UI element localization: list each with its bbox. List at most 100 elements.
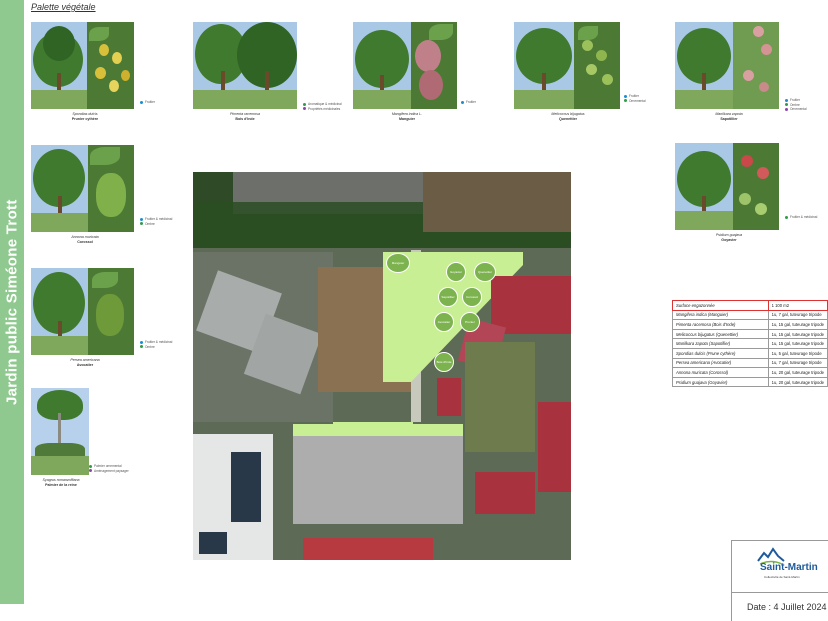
- table-cell: 1u, 15 gal, tuteurage tripode: [767, 319, 828, 330]
- plant-card-melicoccus: Melicoccus bijugatus Quenettier Fruitier…: [514, 22, 664, 132]
- site-plan-aerial: [193, 172, 571, 560]
- plant-card-persea: Persea americana Avocatier Fruitier & mé…: [31, 268, 181, 378]
- table-cell: Psidium guajava (Goyavier): [672, 376, 769, 388]
- plan-tree-label: Quenettier: [477, 270, 492, 274]
- table-row: Melicoccus bijugatus (Quenettier) 1u, 15 …: [672, 328, 828, 340]
- plan-tree-label: Prunier: [465, 320, 475, 324]
- plan-tree-label: Bois d'Inde: [436, 360, 452, 364]
- table-cell: Persea americana (Avocatier): [672, 357, 769, 369]
- plan-tree-marker: Bois d'Inde: [434, 352, 454, 372]
- plan-tree-label: Manguier: [391, 261, 405, 265]
- legend-item: Ornemental: [790, 107, 807, 111]
- plant-legend: Fruitier: [461, 100, 476, 105]
- table-cell: 1u, 7 gal, tuteurage tripode: [767, 309, 828, 321]
- table-cell: 1u, 15 gal, tuteurage tripode: [767, 338, 828, 349]
- table-cell: Mangifera indica (Manguier): [672, 309, 769, 321]
- table-row: Mangifera indica (Manguier) 1u, 7 gal, tu…: [672, 309, 828, 321]
- fruit-photo: [87, 22, 134, 109]
- table-cell: 1u, 15 gal, tuteurage tripode: [767, 328, 828, 340]
- table-cell: Manilkara zapota (Sapotillier): [672, 338, 769, 349]
- legend-item: Fruitier & médicinal: [790, 215, 818, 219]
- fruit-photo: [88, 268, 134, 355]
- legend-item: Fruitier: [145, 100, 155, 104]
- fruit-photo: [411, 22, 457, 109]
- red-roof-building: [475, 472, 535, 514]
- red-roof-building: [437, 378, 461, 416]
- field-northeast: [423, 172, 571, 232]
- plant-card-mangifera: Mangifera indica L. Manguier Fruitier: [353, 22, 493, 132]
- urban-block-west: [193, 252, 333, 422]
- logo-tagline: Collectivité de Saint-Martin: [764, 575, 800, 579]
- tree-photo: [193, 22, 297, 109]
- table-cell: Surface engazonnée: [672, 300, 769, 311]
- plan-tree-marker: Goyavier: [446, 262, 466, 282]
- fruit-photo: [88, 145, 134, 232]
- solar-panels: [231, 452, 261, 522]
- plan-tree-marker: Quenettier: [474, 262, 496, 282]
- tree-photo: [353, 22, 411, 109]
- plant-common-name: Quenettier: [559, 117, 577, 121]
- table-row: Annona muricata (Corossol) 1u, 20 gal, tu…: [672, 367, 828, 378]
- table-row: Pimenta racemosa (Bois d'Inde) 1u, 15 gal…: [672, 319, 828, 330]
- tree-photo: [31, 268, 88, 355]
- table-cell: 1u, 20 gal, tuteurage tripode: [767, 376, 828, 388]
- table-cell: Spondias dulcis (Prune cythère): [672, 347, 769, 359]
- legend-item: Ornemental: [629, 98, 646, 103]
- table-row: Persea americana (Avocatier) 1u, 7 gal, t…: [672, 357, 828, 369]
- table-cell: 1u, 20 gal, tuteurage tripode: [767, 367, 828, 378]
- sidebar-band: Jardin public Siméone Trott: [0, 0, 24, 604]
- plant-legend: Aromatique & médicinal Propriétés médici…: [303, 102, 342, 111]
- tree-photo: [514, 22, 574, 109]
- plan-tree-label: Sapotillier: [441, 295, 455, 299]
- plant-common-name: Prunier cythère: [71, 117, 99, 121]
- fruit-photo: [574, 22, 620, 109]
- legend-item: Ombre: [145, 221, 155, 226]
- garden-plot: [465, 342, 535, 452]
- table-cell: 1u, 5 gal, tuteurage tripode: [767, 347, 828, 359]
- plant-legend: Fruitier: [140, 100, 155, 105]
- legend-item: Aménagement paysager: [94, 468, 129, 473]
- document-title: Jardin public Siméone Trott: [3, 199, 21, 405]
- fruit-photo: [733, 22, 779, 109]
- tree-photo: [31, 388, 89, 475]
- red-roof-building: [538, 402, 571, 492]
- plan-tree-marker: Manguier: [386, 253, 410, 273]
- logo-name: Saint-Martin: [760, 562, 818, 573]
- table-header-row: Surface engazonnée 1 100 m2: [672, 300, 828, 311]
- plant-card-manilkara: Manilkara zapota Sapotillier Fruitier Om…: [675, 22, 825, 132]
- table-row: Spondias dulcis (Prune cythère) 1u, 5 gal…: [672, 347, 828, 359]
- red-roof-building: [491, 276, 571, 334]
- parking-green-strip: [333, 422, 413, 432]
- legend-item: Propriétés médicinales: [308, 106, 341, 111]
- plan-tree-label: Corossol: [466, 295, 478, 299]
- plant-legend: Fruitier & médicinal Ombre: [140, 340, 172, 349]
- planned-parking: [293, 424, 463, 524]
- plant-card-psidium: Psidium guajava Goyavier Fruitier & médi…: [675, 143, 825, 253]
- plant-common-name: Goyavier: [721, 238, 737, 242]
- plant-card-spondias: Spondias dulcis Prunier cythère Fruitier: [31, 22, 181, 142]
- document-date: Date : 4 Juillet 2024: [747, 602, 827, 612]
- logo-area: Saint-Martin Collectivité de Saint-Marti…: [732, 541, 828, 593]
- plan-tree-marker: Avocatier: [434, 312, 454, 332]
- plan-tree-marker: Prunier: [460, 312, 480, 332]
- plant-card-syagrus: Syagrus romanzoffiana Palmier de la rein…: [31, 388, 181, 498]
- table-row: Manilkara zapota (Sapotillier) 1u, 15 gal…: [672, 338, 828, 349]
- plant-legend: Fruitier Ornemental: [624, 94, 646, 103]
- plan-tree-marker: Corossol: [462, 287, 482, 307]
- table-cell: Pimenta racemosa (Bois d'Inde): [672, 319, 769, 330]
- tree-photo: [31, 22, 87, 109]
- palette-heading: Palette végétale: [31, 2, 96, 12]
- plant-legend: Palmier ornemental Aménagement paysager: [89, 464, 129, 473]
- fruit-photo: [733, 143, 779, 230]
- plant-common-name: Avocatier: [76, 363, 94, 367]
- plan-tree-label: Goyavier: [449, 270, 462, 274]
- plant-legend: Fruitier Ombre Ornemental: [785, 98, 807, 112]
- tree-photo: [31, 145, 88, 232]
- table-cell: 1u, 7 gal, tuteurage tripode: [767, 357, 828, 369]
- legend-item: Fruitier: [466, 100, 476, 104]
- plan-tree-label: Avocatier: [437, 320, 451, 324]
- plant-common-name: Sapotillier: [720, 117, 738, 121]
- plant-card-annona: Annona muricata Corossol Fruitier & médi…: [31, 145, 181, 255]
- plant-quantities-table: Surface engazonnée 1 100 m2 Mangifera in…: [672, 300, 828, 388]
- tree-photo: [675, 143, 733, 230]
